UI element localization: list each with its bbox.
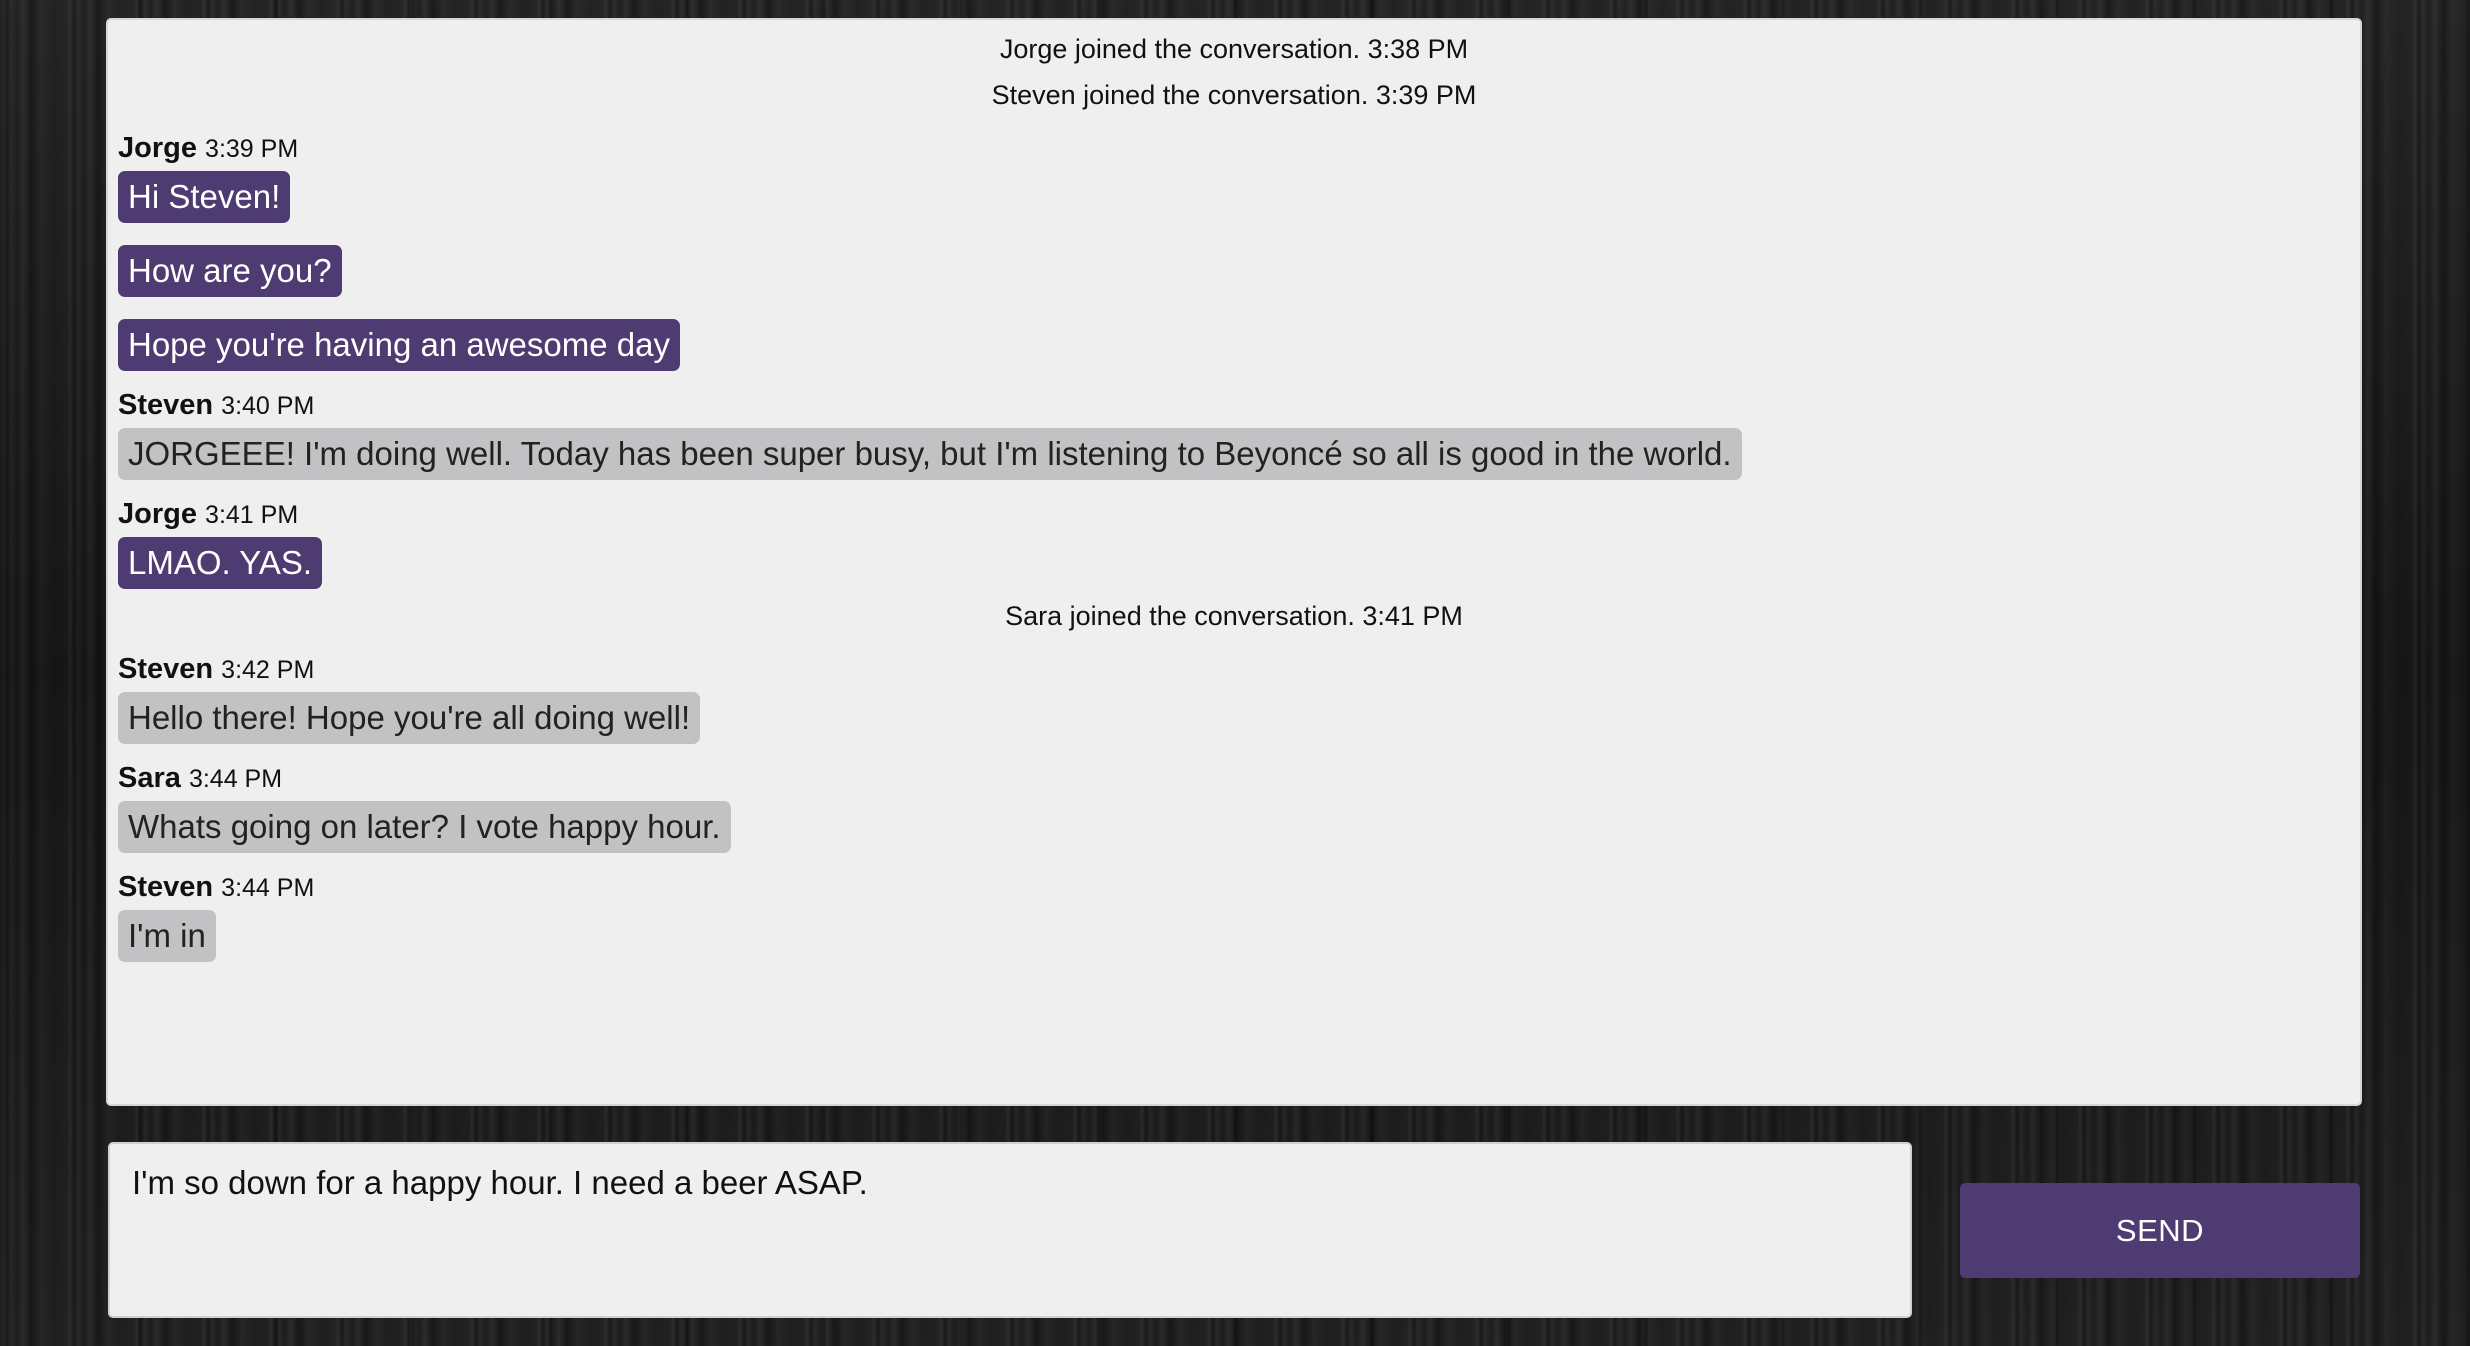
system-message: Jorge joined the conversation. 3:38 PM bbox=[999, 34, 1469, 64]
message-group-sara: Sara 3:44 PM Whats going on later? I vot… bbox=[118, 758, 2350, 857]
message-time: 3:41 PM bbox=[205, 501, 299, 529]
message-time: 3:44 PM bbox=[188, 765, 283, 793]
message-time: 3:39 PM bbox=[205, 135, 299, 163]
message-bubble: JORGEEE! I'm doing well. Today has been … bbox=[118, 428, 1742, 480]
message-group-jorge: Jorge 3:41 PM LMAO. YAS. bbox=[118, 494, 2350, 593]
message-group-steven: Steven 3:44 PM I'm in bbox=[118, 867, 2350, 966]
message-author: Steven bbox=[118, 389, 214, 421]
message-author: Sara bbox=[118, 762, 181, 794]
message-header: Steven 3:44 PM bbox=[118, 867, 2350, 908]
message-bubble: Hi Steven! bbox=[118, 171, 291, 223]
message-bubble: Hope you're having an awesome day bbox=[118, 319, 680, 371]
message-time: 3:42 PM bbox=[221, 656, 315, 684]
message-input[interactable]: I'm so down for a happy hour. I need a b… bbox=[108, 1142, 1912, 1318]
message-author: Steven bbox=[118, 653, 214, 685]
message-bubble: Hello there! Hope you're all doing well! bbox=[118, 692, 701, 744]
message-group-steven: Steven 3:42 PM Hello there! Hope you're … bbox=[118, 649, 2350, 748]
message-time: 3:44 PM bbox=[221, 874, 315, 902]
message-bubble: How are you? bbox=[118, 245, 342, 297]
message-group-jorge: Jorge 3:39 PM Hi Steven! How are you? Ho… bbox=[118, 128, 2350, 375]
system-message: Steven joined the conversation. 3:39 PM bbox=[991, 80, 1477, 110]
message-bubble: LMAO. YAS. bbox=[118, 537, 323, 589]
message-header: Steven 3:40 PM bbox=[118, 385, 2350, 426]
send-button[interactable]: SEND bbox=[1960, 1183, 2360, 1278]
message-author: Jorge bbox=[118, 132, 197, 164]
message-header: Steven 3:42 PM bbox=[118, 649, 2350, 690]
message-author: Steven bbox=[118, 871, 214, 903]
system-message: Sara joined the conversation. 3:41 PM bbox=[1005, 601, 1463, 631]
chat-log[interactable]: Jorge joined the conversation. 3:38 PM S… bbox=[106, 18, 2362, 1106]
message-time: 3:40 PM bbox=[221, 392, 315, 420]
message-header: Sara 3:44 PM bbox=[118, 758, 2350, 799]
message-group-steven: Steven 3:40 PM JORGEEE! I'm doing well. … bbox=[118, 385, 2350, 484]
message-author: Jorge bbox=[118, 498, 197, 530]
message-header: Jorge 3:41 PM bbox=[118, 494, 2350, 535]
message-header: Jorge 3:39 PM bbox=[118, 128, 2350, 169]
message-bubble: I'm in bbox=[118, 910, 216, 962]
message-bubble: Whats going on later? I vote happy hour. bbox=[118, 801, 731, 853]
